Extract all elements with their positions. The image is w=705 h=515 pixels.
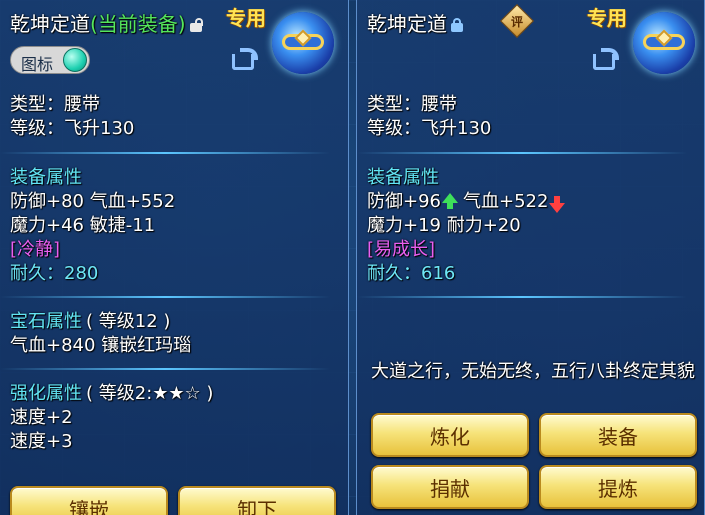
item-description: 大道之行，无始无终，五行八卦终定其貌	[371, 361, 695, 382]
equip-button[interactable]: 装备	[539, 413, 697, 457]
item-title: 乾坤定道	[367, 8, 463, 37]
gem-section: 宝石属性( 等级12 )	[10, 311, 170, 333]
attr-line-2: 魔力+19 耐力+20	[367, 215, 521, 236]
enhance-line-2: 速度+3	[10, 431, 73, 452]
icon-toggle-label: 图标	[21, 55, 54, 74]
durability-value: 616	[421, 263, 456, 284]
special-effect: [易成长]	[367, 239, 436, 260]
attr-line-2: 魔力+46 敏捷-11	[10, 215, 156, 236]
item-type: 类型：腰带	[367, 94, 457, 115]
attr-hp: 气血+522	[463, 191, 549, 212]
durability-label: 耐久：	[10, 263, 64, 284]
durability: 耐久：616	[367, 263, 455, 285]
exclusive-tag: 专用	[587, 6, 627, 30]
share-icon[interactable]	[593, 48, 621, 70]
attr-header: 装备属性	[367, 167, 439, 188]
item-level: 等级：飞升130	[10, 118, 135, 139]
gem-level: ( 等级12 )	[86, 311, 171, 332]
equipped-item-panel: 乾坤定道(当前装备) 专用 图标 类型：腰带 等级：飞升130 装备属性 防御+…	[0, 0, 349, 515]
item-name: 乾坤定道	[367, 12, 447, 36]
icon-toggle[interactable]: 图标	[10, 46, 90, 74]
item-title: 乾坤定道(当前装备)	[10, 8, 203, 37]
attr-defense: 防御+96	[367, 191, 441, 212]
toggle-knob	[63, 48, 87, 72]
gem-line: 气血+840 镶嵌红玛瑙	[10, 335, 192, 356]
durability-label: 耐久：	[367, 263, 421, 284]
donate-button[interactable]: 捐献	[371, 465, 529, 509]
rate-badge[interactable]: 评	[500, 4, 534, 38]
rate-badge-label: 评	[510, 14, 523, 29]
special-effect: [冷静]	[10, 239, 61, 260]
attr-header: 装备属性	[10, 167, 82, 188]
divider	[0, 296, 330, 298]
exclusive-tag: 专用	[226, 6, 266, 30]
enhance-line-1: 速度+2	[10, 407, 73, 428]
unlock-icon[interactable]	[189, 18, 203, 32]
lock-icon[interactable]	[451, 18, 463, 32]
divider	[0, 368, 330, 370]
inlay-button[interactable]: 镶嵌	[10, 486, 168, 515]
arrow-down-icon	[549, 196, 566, 213]
attr-line-1: 防御+96 气血+522	[367, 191, 566, 213]
gem-header: 宝石属性	[10, 311, 82, 332]
attr-line-1: 防御+80 气血+552	[10, 191, 176, 212]
item-level: 等级：飞升130	[367, 118, 492, 139]
share-icon[interactable]	[232, 48, 260, 70]
compare-item-panel: 乾坤定道 评 专用 类型：腰带 等级：飞升130 装备属性 防御+96 气血+52…	[356, 0, 705, 515]
extract-button[interactable]: 提炼	[539, 465, 697, 509]
durability: 耐久：280	[10, 263, 98, 285]
enhance-level: ( 等级2:★★☆ )	[86, 383, 214, 404]
divider	[357, 152, 687, 154]
unequip-button[interactable]: 卸下	[178, 486, 336, 515]
current-equip-tag: (当前装备)	[90, 12, 186, 36]
durability-value: 280	[64, 263, 99, 284]
belt-item-icon	[633, 12, 695, 74]
arrow-up-icon	[442, 193, 458, 209]
divider	[0, 152, 330, 154]
divider	[357, 296, 687, 298]
enhance-section: 强化属性( 等级2:★★☆ )	[10, 383, 213, 405]
item-name: 乾坤定道	[10, 12, 90, 36]
enhance-header: 强化属性	[10, 383, 82, 404]
belt-item-icon	[272, 12, 334, 74]
refine-button[interactable]: 炼化	[371, 413, 529, 457]
item-type: 类型：腰带	[10, 94, 100, 115]
